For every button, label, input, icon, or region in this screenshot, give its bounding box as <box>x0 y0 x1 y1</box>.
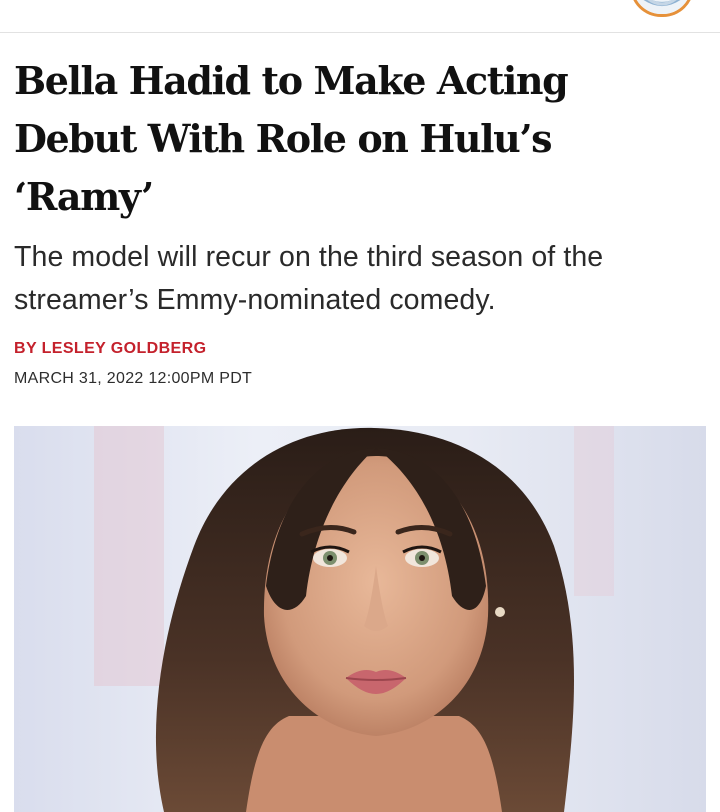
article-headline: Bella Hadid to Make Acting Debut With Ro… <box>14 58 569 219</box>
article-subheadline: The model will recur on the third season… <box>14 241 604 316</box>
article-hero-image <box>14 426 706 812</box>
publish-date: MARCH 31, 2022 12:00PM PDT <box>14 370 253 387</box>
top-navigation-bar <box>0 0 720 33</box>
publication-logo-icon[interactable] <box>630 0 694 17</box>
author-byline-link[interactable]: BY LESLEY GOLDBERG <box>14 339 206 359</box>
